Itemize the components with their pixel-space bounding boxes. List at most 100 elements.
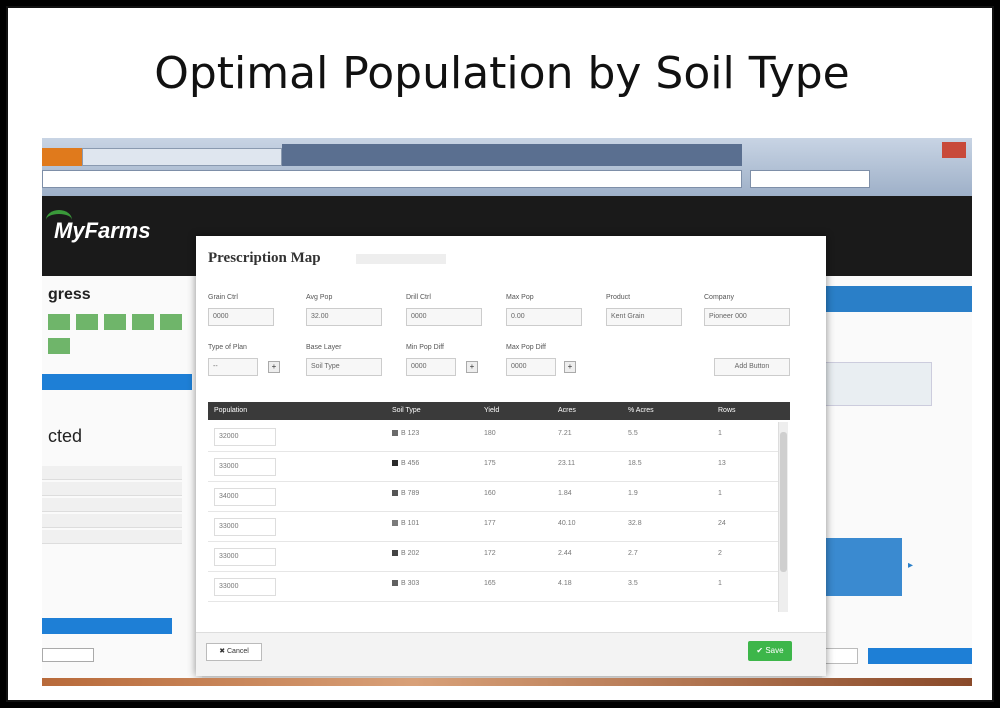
add-button[interactable]: Add Button xyxy=(714,358,790,376)
modal-footer: ✖ Cancel ✔ Save xyxy=(196,632,826,676)
field-label: Base Layer xyxy=(306,344,342,351)
chevron-right-icon[interactable]: ▸ xyxy=(908,560,913,571)
column-header[interactable]: Soil Type xyxy=(392,402,421,420)
acres-cell: 4.18 xyxy=(558,580,572,587)
browser-search-field[interactable] xyxy=(750,170,870,188)
column-header[interactable]: Acres xyxy=(558,402,576,420)
field-label: Type of Plan xyxy=(208,344,247,351)
soil-type-text: B 202 xyxy=(401,550,420,557)
save-label: Save xyxy=(765,646,784,655)
max-pop-diff-input[interactable]: 0000 xyxy=(506,358,556,376)
population-input[interactable]: 32000 xyxy=(214,428,276,446)
field-label: Max Pop Diff xyxy=(506,344,546,351)
population-input[interactable]: 33000 xyxy=(214,458,276,476)
list-item[interactable] xyxy=(42,482,182,496)
list-item[interactable] xyxy=(42,530,182,544)
acres-cell: 2.44 xyxy=(558,550,572,557)
progress-step[interactable] xyxy=(160,314,182,330)
drill-ctrl-input[interactable]: 0000 xyxy=(406,308,482,326)
modal-subtitle-placeholder xyxy=(356,254,446,264)
field-label: Grain Ctrl xyxy=(208,294,238,301)
max-pop-input[interactable]: 0.00 xyxy=(506,308,582,326)
column-header[interactable]: Rows xyxy=(718,402,736,420)
cancel-label: Cancel xyxy=(227,648,249,655)
plus-icon[interactable]: + xyxy=(564,361,576,373)
soil-type-text: B 789 xyxy=(401,490,420,497)
yield-cell: 160 xyxy=(484,490,496,497)
column-header[interactable]: Population xyxy=(214,402,247,420)
grain-ctrl-input[interactable]: 0000 xyxy=(208,308,274,326)
browser-chrome xyxy=(42,138,972,196)
slide: Optimal Population by Soil Type MyFarms … xyxy=(6,6,994,702)
progress-step[interactable] xyxy=(48,314,70,330)
table-scrollbar[interactable] xyxy=(778,422,788,612)
company-select[interactable]: Pioneer 000 xyxy=(704,308,790,326)
progress-step[interactable] xyxy=(48,338,70,354)
continue-button[interactable] xyxy=(868,648,972,664)
field-label: Company xyxy=(704,294,734,301)
avg-pop-input[interactable]: 32.00 xyxy=(306,308,382,326)
browser-tab-icon[interactable] xyxy=(42,148,82,166)
rows-cell: 1 xyxy=(718,430,722,437)
yield-cell: 175 xyxy=(484,460,496,467)
rows-cell: 1 xyxy=(718,490,722,497)
field-label: Product xyxy=(606,294,631,301)
soil-color-swatch xyxy=(392,580,398,587)
cancel-button[interactable]: ✖ Cancel xyxy=(206,643,262,661)
field-label: Min Pop Diff xyxy=(406,344,444,351)
column-header[interactable]: % Acres xyxy=(628,402,654,420)
soil-color-swatch xyxy=(392,520,398,527)
list-item[interactable] xyxy=(42,498,182,512)
population-input[interactable]: 33000 xyxy=(214,578,276,596)
soil-type-cell: B 789 xyxy=(392,490,419,497)
right-panel: ▸ xyxy=(822,276,972,686)
population-input[interactable]: 33000 xyxy=(214,518,276,536)
info-box xyxy=(822,362,932,406)
plan-type-select[interactable]: -- xyxy=(208,358,258,376)
scrollbar-thumb[interactable] xyxy=(780,432,787,572)
soil-color-swatch xyxy=(392,430,398,437)
list-item[interactable] xyxy=(42,466,182,480)
rows-cell: 1 xyxy=(718,580,722,587)
acres-cell: 40.10 xyxy=(558,520,576,527)
soil-type-text: B 303 xyxy=(401,580,420,587)
save-button[interactable]: ✔ Save xyxy=(748,641,792,661)
pct-acres-cell: 5.5 xyxy=(628,430,638,437)
sidebar-secondary-button[interactable] xyxy=(42,618,172,634)
header-subbar xyxy=(42,256,202,272)
base-layer-select[interactable]: Soil Type xyxy=(306,358,382,376)
soil-type-text: B 101 xyxy=(401,520,420,527)
soil-type-cell: B 101 xyxy=(392,520,419,527)
address-bar[interactable] xyxy=(42,170,742,188)
field-label: Drill Ctrl xyxy=(406,294,431,301)
rows-cell: 24 xyxy=(718,520,726,527)
browser-tab[interactable] xyxy=(82,148,282,166)
done-button[interactable] xyxy=(822,648,858,664)
app-logo[interactable]: MyFarms xyxy=(54,218,151,244)
rows-cell: 13 xyxy=(718,460,726,467)
sidebar-primary-button[interactable] xyxy=(42,374,192,390)
population-input[interactable]: 33000 xyxy=(214,548,276,566)
table-row: 34000 B 789 160 1.84 1.9 1 xyxy=(208,482,778,512)
plus-icon[interactable]: + xyxy=(268,361,280,373)
map-thumbnail[interactable] xyxy=(822,538,902,596)
close-window-icon[interactable] xyxy=(942,142,966,158)
min-pop-diff-input[interactable]: 0000 xyxy=(406,358,456,376)
progress-step[interactable] xyxy=(132,314,154,330)
table-row: 33000 B 456 175 23.11 18.5 13 xyxy=(208,452,778,482)
list-item[interactable] xyxy=(42,514,182,528)
column-header[interactable]: Yield xyxy=(484,402,499,420)
plus-icon[interactable]: + xyxy=(466,361,478,373)
screenshot: MyFarms gress cted ▸ Prescription Map Gr… xyxy=(42,138,972,686)
taskbar-strip xyxy=(42,678,972,686)
yield-cell: 180 xyxy=(484,430,496,437)
browser-tab-strip xyxy=(282,144,742,166)
progress-step[interactable] xyxy=(104,314,126,330)
progress-step[interactable] xyxy=(76,314,98,330)
table-row: 33000 B 303 165 4.18 3.5 1 xyxy=(208,572,778,602)
population-input[interactable]: 34000 xyxy=(214,488,276,506)
product-select[interactable]: Kent Grain xyxy=(606,308,682,326)
sidebar-small-button[interactable] xyxy=(42,648,94,662)
pct-acres-cell: 3.5 xyxy=(628,580,638,587)
soil-type-cell: B 303 xyxy=(392,580,419,587)
